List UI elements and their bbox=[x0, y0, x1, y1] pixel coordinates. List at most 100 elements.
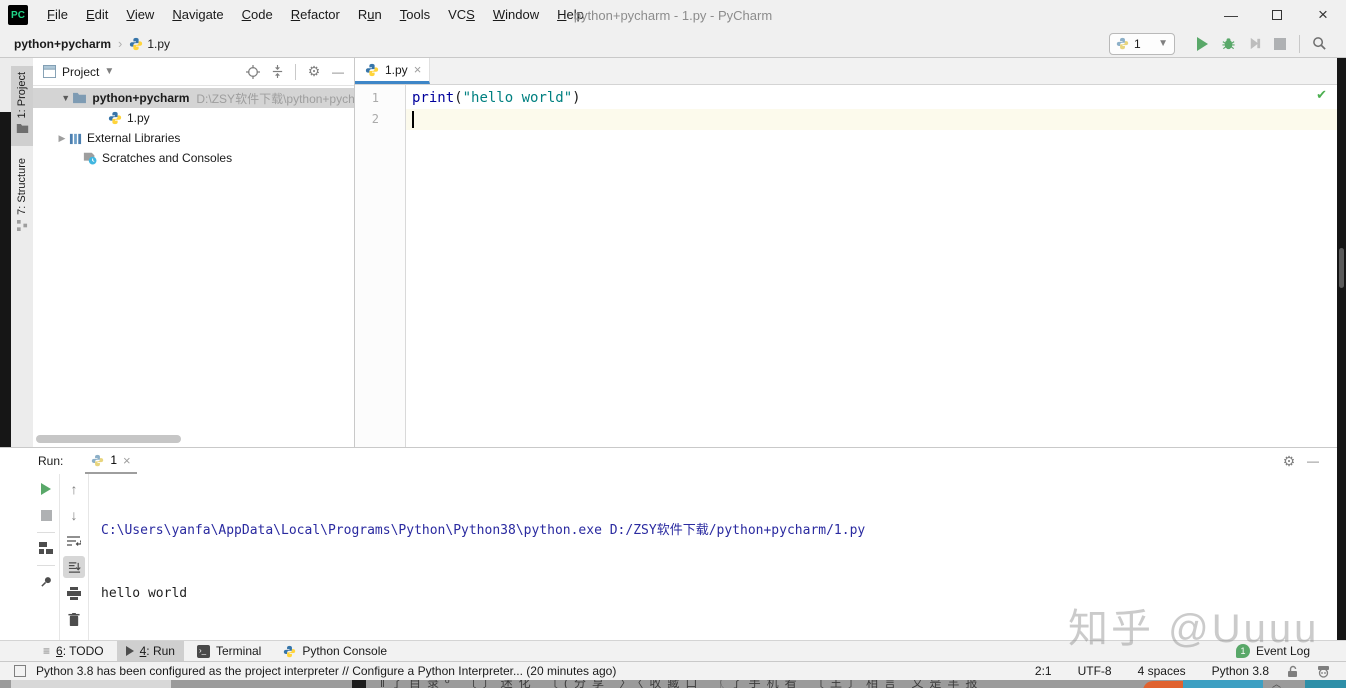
clear-console-icon[interactable] bbox=[63, 608, 85, 630]
menu-vcs[interactable]: VCS bbox=[439, 0, 484, 30]
python-console-icon bbox=[283, 645, 296, 658]
terminal-label: Terminal bbox=[216, 644, 261, 658]
gear-icon[interactable]: ⚙ bbox=[302, 61, 326, 83]
code-token-paren: ) bbox=[572, 90, 580, 106]
editor-body[interactable]: 1 2 print("hello world") ✔ bbox=[355, 85, 1337, 447]
menu-view[interactable]: View bbox=[117, 0, 163, 30]
editor-gutter: 1 2 bbox=[355, 85, 406, 447]
breadcrumb-project[interactable]: python+pycharm bbox=[14, 37, 111, 51]
run-configuration-select[interactable]: 1 ▼ bbox=[1109, 33, 1175, 55]
close-tab-icon[interactable]: × bbox=[414, 62, 422, 77]
python-console-label: Python Console bbox=[302, 644, 387, 658]
horizontal-scrollbar[interactable] bbox=[36, 435, 181, 443]
menu-tools[interactable]: Tools bbox=[391, 0, 439, 30]
chevron-expanded-icon[interactable]: ▼ bbox=[59, 93, 72, 103]
editor-tab-1py[interactable]: 1.py × bbox=[355, 58, 430, 84]
minimize-window-icon[interactable]: — bbox=[1208, 0, 1254, 30]
scroll-to-end-icon[interactable] bbox=[63, 556, 85, 578]
python-file-icon bbox=[365, 63, 379, 77]
soft-wrap-icon[interactable] bbox=[63, 530, 85, 552]
menu-refactor[interactable]: Refactor bbox=[282, 0, 349, 30]
run-configuration-name: 1 bbox=[1134, 37, 1141, 51]
menu-code[interactable]: Code bbox=[233, 0, 282, 30]
code-line-1: print("hello world") bbox=[412, 88, 581, 109]
tree-row-external-libraries[interactable]: ▶ External Libraries bbox=[33, 128, 354, 148]
gear-icon[interactable]: ⚙ bbox=[1277, 450, 1301, 472]
tool-window-todo[interactable]: ≡ 6: TODO bbox=[34, 641, 113, 661]
run-with-coverage-button[interactable] bbox=[1241, 33, 1267, 55]
inspection-ok-icon[interactable]: ✔ bbox=[1316, 87, 1327, 103]
tool-window-python-console[interactable]: Python Console bbox=[274, 641, 396, 661]
unlock-icon[interactable] bbox=[1287, 665, 1299, 678]
menu-help[interactable]: Help bbox=[548, 0, 593, 30]
bottom-tool-window-bar: ≡ 6: TODO 4: Run ›_ Terminal Python Cons… bbox=[0, 640, 1346, 661]
toolbar-divider bbox=[1299, 35, 1300, 53]
project-root-path: D:\ZSY软件下载\python+pycha bbox=[196, 90, 354, 107]
highlighting-level-icon[interactable] bbox=[1317, 665, 1330, 678]
breadcrumb-file[interactable]: 1.py bbox=[147, 37, 170, 51]
print-icon[interactable] bbox=[63, 582, 85, 604]
tool-window-terminal[interactable]: ›_ Terminal bbox=[188, 641, 270, 661]
project-folder-icon bbox=[72, 92, 87, 104]
status-bar: Python 3.8 has been configured as the pr… bbox=[0, 661, 1346, 680]
hide-tool-window-icon[interactable]: — bbox=[1301, 450, 1325, 472]
close-window-icon[interactable]: × bbox=[1300, 0, 1346, 30]
project-view-icon bbox=[43, 65, 56, 78]
status-message[interactable]: Python 3.8 has been configured as the pr… bbox=[36, 664, 616, 678]
indent-style[interactable]: 4 spaces bbox=[1138, 664, 1186, 678]
tree-row-project-root[interactable]: ▼ python+pycharm D:\ZSY软件下载\python+pycha bbox=[33, 88, 354, 108]
menu-edit[interactable]: Edit bbox=[77, 0, 117, 30]
run-panel-title: Run: bbox=[38, 454, 63, 468]
event-log-button[interactable]: 1 Event Log bbox=[1236, 644, 1310, 658]
run-tool-window-header: Run: 1 × ⚙ — bbox=[0, 448, 1337, 474]
scratches-icon bbox=[83, 151, 97, 165]
structure-icon bbox=[17, 220, 28, 231]
stop-button[interactable] bbox=[1267, 33, 1293, 55]
pin-tab-icon[interactable] bbox=[35, 570, 57, 592]
toolbar-divider bbox=[37, 565, 55, 566]
menu-window[interactable]: Window bbox=[484, 0, 548, 30]
select-opened-file-icon[interactable] bbox=[241, 61, 265, 83]
background-teal-shape-2 bbox=[1305, 680, 1346, 688]
sidebar-tab-project[interactable]: 1: Project bbox=[11, 66, 33, 146]
restore-layout-icon[interactable] bbox=[35, 537, 57, 559]
external-libraries-label: External Libraries bbox=[87, 131, 180, 145]
project-header-title[interactable]: Project bbox=[62, 65, 99, 79]
tool-window-run[interactable]: 4: Run bbox=[117, 641, 184, 661]
chevron-down-icon: ▼ bbox=[104, 66, 114, 77]
line-number: 2 bbox=[355, 112, 379, 126]
rerun-button[interactable] bbox=[35, 478, 57, 500]
run-actions-toolbar bbox=[33, 474, 60, 640]
editor-tab-label: 1.py bbox=[385, 63, 408, 77]
run-triangle-icon bbox=[126, 646, 134, 656]
toggle-toolwindows-icon[interactable] bbox=[14, 665, 26, 677]
background-orange-shape bbox=[1143, 681, 1183, 688]
collapse-all-icon[interactable] bbox=[265, 61, 289, 83]
line-number: 1 bbox=[355, 91, 379, 105]
tree-row-file[interactable]: 1.py bbox=[33, 108, 354, 128]
editor-tab-bar: 1.py × bbox=[355, 58, 1337, 85]
close-tab-icon[interactable]: × bbox=[123, 453, 131, 468]
chevron-collapsed-icon[interactable]: ▶ bbox=[55, 133, 69, 144]
hide-tool-window-icon[interactable]: — bbox=[326, 61, 350, 83]
search-everywhere-icon[interactable] bbox=[1306, 33, 1332, 55]
chevron-down-icon: ▼ bbox=[1158, 38, 1168, 49]
debug-button[interactable] bbox=[1215, 33, 1241, 55]
down-stack-trace-icon[interactable]: ↓ bbox=[63, 504, 85, 526]
navigation-bar: python+pycharm › 1.py 1 ▼ bbox=[0, 30, 1346, 58]
interpreter-selector[interactable]: Python 3.8 bbox=[1212, 664, 1269, 678]
up-stack-trace-icon[interactable]: ↑ bbox=[63, 478, 85, 500]
menu-navigate[interactable]: Navigate bbox=[163, 0, 232, 30]
maximize-window-icon[interactable] bbox=[1254, 0, 1300, 30]
file-encoding[interactable]: UTF-8 bbox=[1078, 664, 1112, 678]
chevron-right-icon: › bbox=[118, 36, 122, 51]
caret-position[interactable]: 2:1 bbox=[1035, 664, 1052, 678]
run-button[interactable] bbox=[1189, 33, 1215, 55]
run-tab[interactable]: 1 × bbox=[85, 448, 136, 474]
menu-file[interactable]: File bbox=[38, 0, 77, 30]
sidebar-tab-structure[interactable]: 7: Structure bbox=[11, 158, 33, 244]
tree-row-scratches[interactable]: Scratches and Consoles bbox=[33, 148, 354, 168]
todo-label: 6: TODO bbox=[56, 644, 104, 658]
stop-button[interactable] bbox=[35, 504, 57, 526]
menu-run[interactable]: Run bbox=[349, 0, 391, 30]
